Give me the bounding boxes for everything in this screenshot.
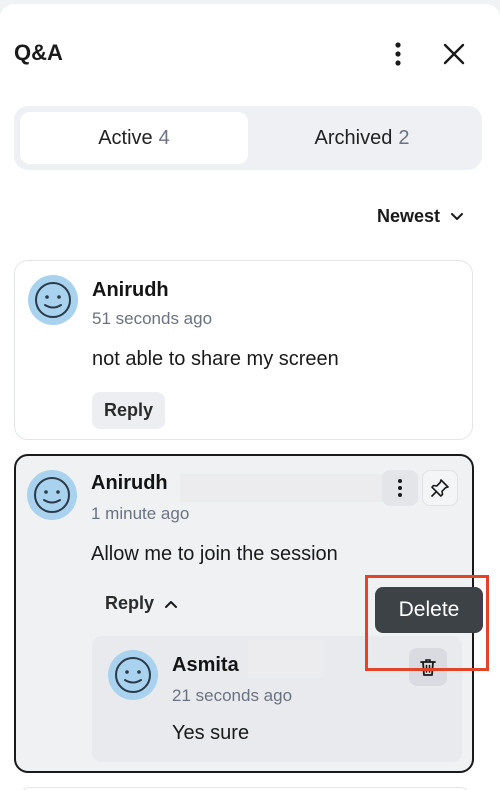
pin-button[interactable]	[422, 470, 458, 506]
panel-header: Q&A	[0, 4, 500, 104]
tab-archived[interactable]: Archived 2	[248, 112, 476, 164]
question-time: 1 minute ago	[91, 504, 190, 523]
smiley-face-icon	[115, 657, 151, 693]
tab-archived-count: 2	[398, 126, 410, 149]
close-icon	[443, 43, 465, 65]
reply-button[interactable]: Reply	[92, 392, 166, 429]
sort-dropdown[interactable]: Newest	[377, 206, 464, 227]
chevron-up-icon	[165, 600, 178, 608]
panel-title: Q&A	[14, 40, 63, 65]
redacted-text	[180, 474, 402, 502]
more-options-button[interactable]	[382, 38, 414, 70]
chevron-down-icon	[451, 212, 463, 220]
vertical-dots-icon	[395, 42, 401, 66]
question-card: Anirudh 51 seconds ago not able to share…	[14, 260, 473, 440]
tab-active-count: 4	[158, 126, 170, 149]
highlight-box	[365, 575, 489, 671]
question-text: not able to share my screen	[92, 348, 339, 370]
question-more-button[interactable]	[382, 470, 418, 506]
pin-icon	[431, 479, 449, 497]
question-author: Anirudh	[92, 279, 169, 301]
redacted-text	[248, 640, 324, 678]
avatar	[27, 470, 77, 520]
question-time: 51 seconds ago	[92, 309, 213, 328]
avatar	[108, 650, 158, 700]
qa-tabs: Active 4 Archived 2	[14, 106, 482, 170]
sort-label: Newest	[376, 206, 440, 226]
vertical-dots-icon	[398, 479, 402, 497]
tab-archived-label: Archived	[314, 126, 393, 149]
smiley-face-icon	[35, 282, 71, 318]
question-author: Anirudh	[91, 472, 168, 494]
reply-text: Yes sure	[172, 722, 250, 744]
reply-time: 21 seconds ago	[172, 686, 293, 705]
reply-author: Asmita	[172, 654, 239, 676]
close-button[interactable]	[438, 38, 470, 70]
smiley-face-icon	[34, 477, 70, 513]
reply-toggle-button[interactable]: Reply	[105, 593, 178, 614]
avatar	[28, 275, 78, 325]
question-text: Allow me to join the session	[91, 543, 338, 565]
tab-active-label: Active	[98, 126, 153, 149]
tab-active[interactable]: Active 4	[20, 112, 248, 164]
reply-label: Reply	[105, 593, 155, 613]
